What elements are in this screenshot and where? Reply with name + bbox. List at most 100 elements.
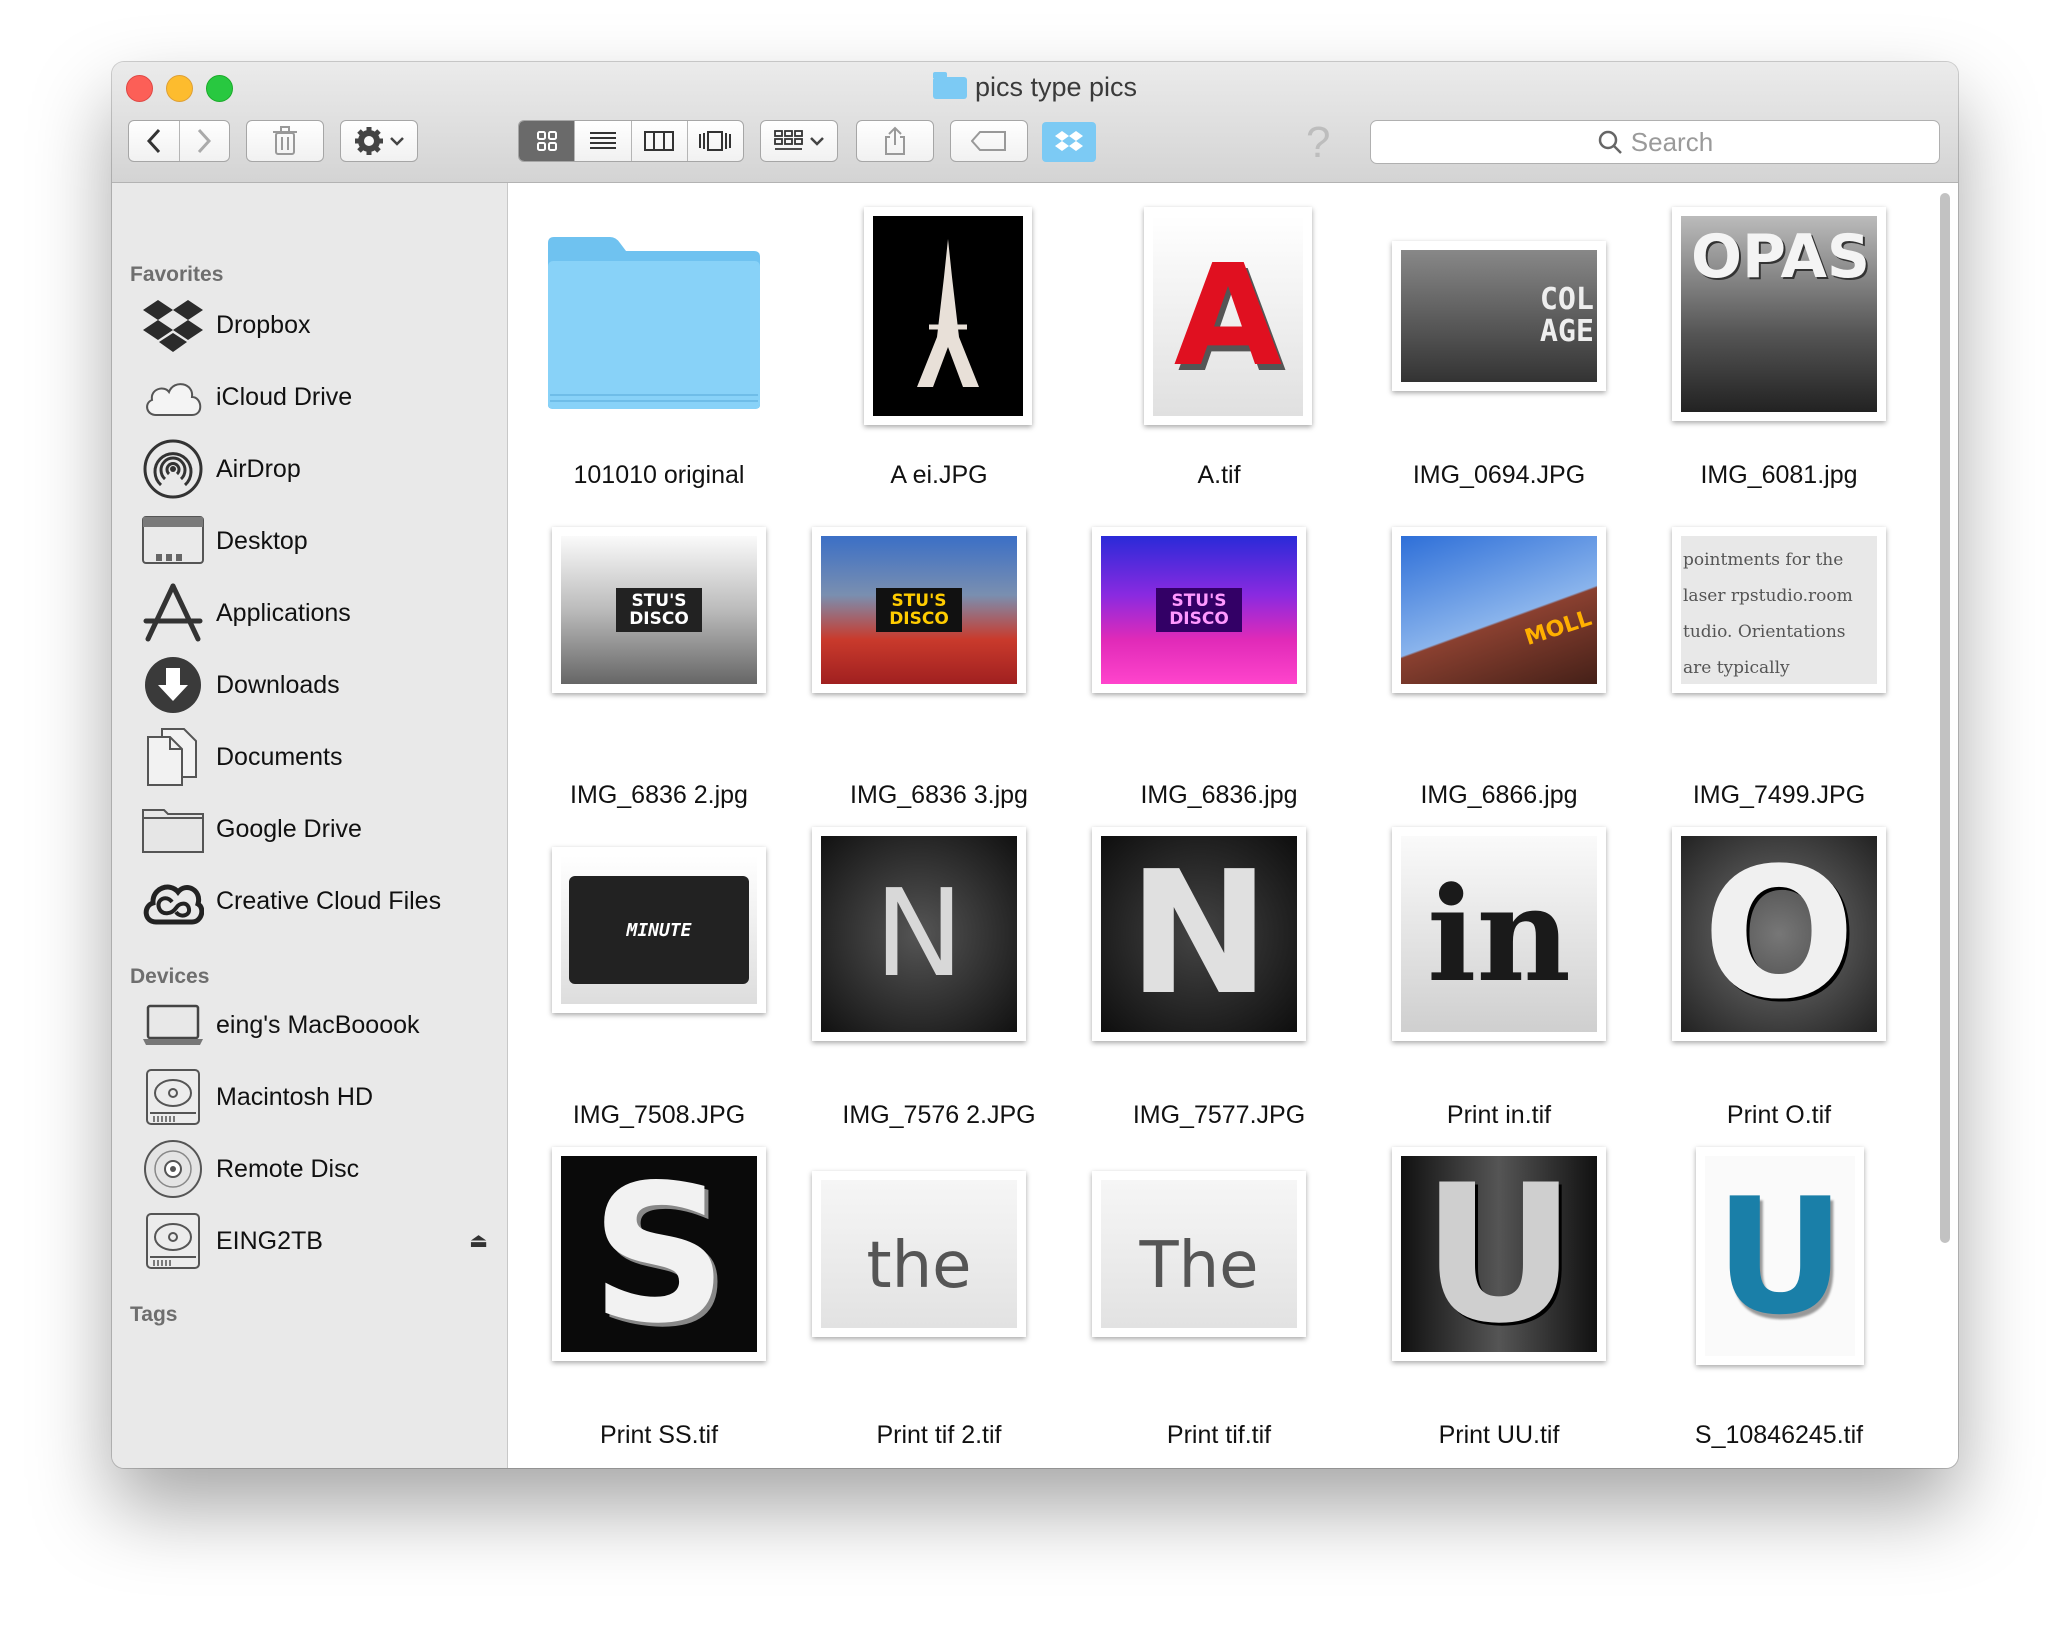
list-view-button[interactable] (574, 121, 630, 161)
thumbnail-text: STU'S DISCO (876, 588, 962, 632)
file-item[interactable]: 101010 original (532, 207, 786, 507)
file-name: Print tif 2.tif (876, 1421, 1002, 1449)
thumbnail-text: the (866, 1229, 972, 1303)
search-placeholder: Search (1630, 126, 1714, 157)
file-thumbnail: N (812, 827, 1026, 1041)
sidebar-item-applications[interactable]: Applications (142, 583, 502, 643)
sidebar-item-airdrop[interactable]: AirDrop (142, 439, 502, 499)
file-item[interactable]: COL AGE IMG_0694.JPG (1372, 207, 1626, 507)
file-thumbnail: pointments for the laser rpstudio.room t… (1672, 527, 1886, 693)
file-name: IMG_7576 2.JPG (842, 1101, 1036, 1129)
file-grid: 101010 original A ei.JPG A A.tif COL AGE (508, 183, 1958, 1468)
list-icon (589, 132, 616, 149)
file-name: Print O.tif (1726, 1101, 1832, 1129)
dropbox-icon (142, 295, 204, 355)
file-item[interactable]: A A.tif (1092, 207, 1346, 507)
file-item[interactable]: N IMG_7577.JPG (1092, 827, 1346, 1147)
file-item[interactable]: U Print UU.tif (1372, 1147, 1626, 1467)
thumbnail-text: A (1173, 234, 1283, 398)
file-thumbnail: The (1092, 1171, 1306, 1337)
tags-button[interactable] (950, 120, 1028, 162)
sidebar-item-creative-cloud-files[interactable]: Creative Cloud Files (142, 871, 502, 931)
file-item[interactable]: O Print O.tif (1652, 827, 1906, 1147)
sidebar-item-desktop[interactable]: Desktop (142, 511, 502, 571)
file-item[interactable]: U S_10846245.tif (1652, 1147, 1906, 1467)
sidebar-item-macintosh-hd[interactable]: Macintosh HD (142, 1067, 502, 1127)
sidebar-item-macbook[interactable]: eing's MacBooook (142, 995, 502, 1055)
window-title-text: pics type pics (974, 72, 1138, 102)
airdrop-icon (142, 439, 204, 499)
sidebar-item-remote-disc[interactable]: Remote Disc (142, 1139, 502, 1199)
file-item[interactable]: MOLL IMG_6866.jpg (1372, 527, 1626, 827)
devices-heading: Devices (130, 965, 210, 988)
file-thumbnail: OPAS (1672, 207, 1886, 421)
back-button[interactable] (129, 121, 179, 161)
share-button[interactable] (856, 120, 934, 162)
file-name: Print UU.tif (1438, 1421, 1560, 1449)
eject-button[interactable]: ⏏ (469, 1228, 488, 1253)
help-button[interactable]: ? (1306, 118, 1330, 168)
sidebar-item-documents[interactable]: Documents (142, 727, 502, 787)
thumbnail-text: U (1715, 1162, 1845, 1350)
sidebar-item-label: Documents (216, 742, 343, 771)
sidebar-item-label: Creative Cloud Files (216, 886, 442, 915)
sidebar-item-label: iCloud Drive (216, 382, 353, 411)
file-item[interactable]: S Print SS.tif (532, 1147, 786, 1467)
sidebar-item-eing2tb[interactable]: EING2TB ⏏ (142, 1211, 502, 1271)
icon-view-button[interactable] (519, 121, 575, 161)
file-thumbnail: A (1144, 207, 1312, 425)
thumbnail-text: U (1421, 1156, 1577, 1352)
file-item[interactable]: STU'S DISCO IMG_6836.jpg (1092, 527, 1346, 827)
file-item[interactable]: STU'S DISCO IMG_6836 3.jpg (812, 527, 1066, 827)
file-name: IMG_6866.jpg (1420, 781, 1578, 809)
file-item[interactable]: pointments for the laser rpstudio.room t… (1652, 527, 1906, 827)
tags-heading: Tags (130, 1303, 178, 1326)
dropbox-toolbar-button[interactable] (1042, 122, 1096, 162)
documents-icon (142, 727, 204, 787)
sidebar-item-dropbox[interactable]: Dropbox (142, 295, 502, 355)
gallery-view-button[interactable] (686, 121, 743, 161)
sidebar-item-downloads[interactable]: Downloads (142, 655, 502, 715)
columns-icon (644, 131, 675, 151)
file-thumbnail: U (1696, 1147, 1864, 1365)
file-item[interactable]: A ei.JPG (812, 207, 1066, 507)
sidebar: Favorites Dropbox iCloud Drive AirDrop D… (112, 183, 508, 1468)
thumbnail-text: N (1127, 836, 1271, 1032)
cover-flow-icon (699, 131, 732, 151)
file-thumbnail: MOLL (1392, 527, 1606, 693)
forward-button[interactable] (178, 121, 230, 161)
file-item[interactable]: in Print in.tif (1372, 827, 1626, 1147)
file-thumbnail: N (1092, 827, 1306, 1041)
file-item[interactable]: the Print tif 2.tif (812, 1167, 1066, 1467)
arrange-button[interactable] (760, 120, 838, 162)
file-item[interactable]: MINUTE IMG_7508.JPG (532, 847, 786, 1147)
sidebar-item-label: EING2TB (216, 1226, 323, 1255)
creative-cloud-icon (142, 871, 204, 931)
chevron-right-icon (198, 128, 212, 154)
file-thumbnail: STU'S DISCO (552, 527, 766, 693)
thumbnail-text: in (1427, 857, 1571, 1011)
search-field[interactable]: Search (1370, 120, 1940, 164)
column-view-button[interactable] (630, 121, 687, 161)
folder-icon (544, 235, 762, 411)
grid-icon (536, 131, 557, 151)
sidebar-item-icloud-drive[interactable]: iCloud Drive (142, 367, 502, 427)
file-thumbnail: COL AGE (1392, 241, 1606, 391)
thumbnail-text: OPAS (1691, 222, 1871, 292)
desktop-icon (142, 511, 204, 571)
trash-button[interactable] (246, 120, 324, 162)
window-title: pics type pics (112, 72, 1958, 103)
file-item[interactable]: STU'S DISCO IMG_6836 2.jpg (532, 527, 786, 827)
file-thumbnail (864, 207, 1032, 425)
action-menu-button[interactable] (340, 120, 418, 162)
thumbnail-text: STU'S DISCO (616, 588, 702, 632)
sidebar-item-label: Applications (216, 598, 351, 627)
file-name: IMG_6836 2.jpg (570, 781, 748, 809)
file-item[interactable]: N IMG_7576 2.JPG (812, 827, 1066, 1147)
view-mode-group (518, 120, 744, 162)
sidebar-item-google-drive[interactable]: Google Drive (142, 799, 502, 859)
file-item[interactable]: OPAS IMG_6081.jpg (1652, 207, 1906, 507)
scrollbar[interactable] (1940, 193, 1950, 1243)
tag-icon (971, 131, 1006, 151)
file-item[interactable]: The Print tif.tif (1092, 1167, 1346, 1467)
